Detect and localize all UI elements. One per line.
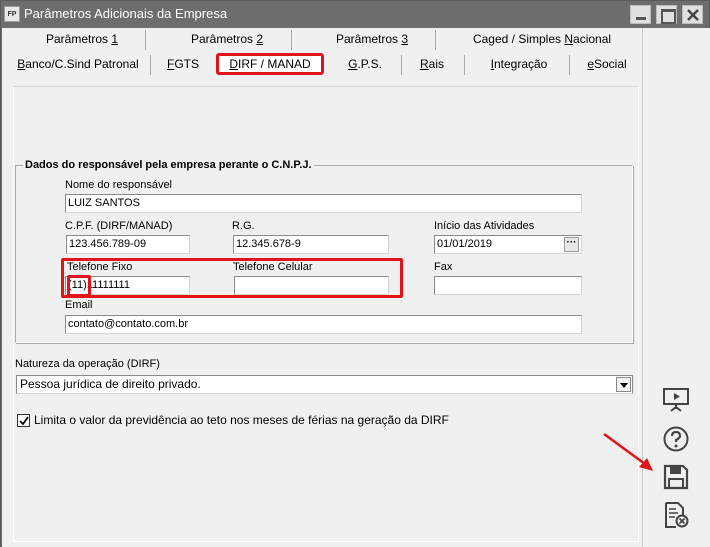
tab-label: IRF / MANAD bbox=[238, 57, 311, 71]
tab-caged-simples[interactable]: Caged / Simples Nacional bbox=[457, 32, 627, 46]
tab-mnemonic: R bbox=[419, 57, 429, 71]
tab-separator bbox=[150, 55, 151, 75]
tab-label: ntegração bbox=[493, 57, 548, 71]
close-button[interactable] bbox=[682, 5, 703, 24]
tab-label: Parâmetros bbox=[190, 32, 257, 46]
tab-mnemonic: e bbox=[587, 57, 594, 71]
annotation-arrow-icon bbox=[603, 432, 653, 471]
limita-previdencia-checkbox[interactable] bbox=[17, 414, 30, 427]
inicio-label: Início das Atividades bbox=[434, 220, 535, 232]
phone-highlight-box bbox=[61, 258, 403, 298]
app-icon: FP bbox=[4, 6, 20, 22]
tab-label: Parâmetros bbox=[335, 32, 402, 46]
tab-mnemonic: 1 bbox=[111, 32, 119, 46]
tab-label: ais bbox=[428, 57, 444, 71]
tab-dirf-manad[interactable]: DIRF / MANAD bbox=[216, 53, 324, 75]
tab-parametros-2[interactable]: Parâmetros 2 bbox=[167, 32, 287, 46]
tab-label: GTS bbox=[174, 57, 199, 71]
help-icon[interactable] bbox=[661, 424, 691, 454]
tab-mnemonic: N bbox=[564, 32, 574, 46]
tab-separator bbox=[291, 30, 292, 50]
tab-separator bbox=[464, 55, 465, 75]
chevron-down-icon[interactable] bbox=[616, 377, 631, 392]
tab-parametros-3[interactable]: Parâmetros 3 bbox=[312, 32, 432, 46]
ddd-highlight-box bbox=[67, 275, 91, 297]
inicio-value: 01/01/2019 bbox=[437, 238, 493, 250]
tab-fgts[interactable]: FGTS bbox=[157, 57, 209, 71]
save-icon[interactable] bbox=[661, 462, 691, 492]
checkmark-icon bbox=[19, 416, 29, 426]
tab-mnemonic: D bbox=[229, 57, 238, 71]
tab-separator bbox=[569, 55, 570, 75]
window-title: Parâmetros Adicionais da Empresa bbox=[24, 6, 228, 21]
cpf-label: C.P.F. (DIRF/MANAD) bbox=[65, 220, 173, 232]
cancel-document-icon[interactable] bbox=[661, 500, 691, 530]
checkbox-label: Limita o valor da previdência ao teto no… bbox=[34, 413, 449, 427]
tab-separator bbox=[435, 30, 436, 50]
rg-field[interactable]: 12.345.678-9 bbox=[233, 235, 389, 254]
tab-separator bbox=[401, 55, 402, 75]
tab-banco-sind[interactable]: Banco/C.Sind Patronal bbox=[12, 57, 144, 71]
tab-parametros-1[interactable]: Parâmetros 1 bbox=[22, 32, 142, 46]
date-picker-button[interactable]: ··· bbox=[564, 237, 579, 252]
tab-label: anco/C.Sind Patronal bbox=[25, 57, 139, 71]
email-field[interactable]: contato@contato.com.br bbox=[65, 315, 582, 334]
tab-gps[interactable]: G.P.S. bbox=[337, 57, 393, 71]
natureza-select[interactable]: Pessoa jurídica de direito privado. bbox=[16, 375, 633, 394]
nome-field[interactable]: LUIZ SANTOS bbox=[65, 194, 582, 213]
nome-label: Nome do responsável bbox=[65, 179, 173, 191]
tab-label: Parâmetros bbox=[45, 32, 112, 46]
tab-label: Caged / Simples bbox=[472, 32, 565, 46]
rg-label: R.G. bbox=[232, 220, 255, 232]
close-icon bbox=[687, 9, 699, 21]
main-window: FP Parâmetros Adicionais da Empresa Parâ… bbox=[0, 0, 710, 547]
tab-label-suffix: acional bbox=[573, 32, 612, 46]
tab-mnemonic: 3 bbox=[401, 32, 409, 46]
tab-mnemonic: 2 bbox=[256, 32, 264, 46]
tab-label: Social bbox=[594, 57, 627, 71]
presentation-icon[interactable] bbox=[661, 385, 691, 415]
tab-label: .P.S. bbox=[357, 57, 382, 71]
fax-label: Fax bbox=[434, 261, 453, 273]
tab-esocial[interactable]: eSocial bbox=[577, 57, 637, 71]
tab-integracao[interactable]: Integração bbox=[474, 57, 564, 71]
tab-separator bbox=[145, 30, 146, 50]
maximize-button[interactable] bbox=[656, 5, 677, 24]
fax-field[interactable] bbox=[434, 276, 582, 295]
tab-rais[interactable]: Rais bbox=[407, 57, 457, 71]
email-label: Email bbox=[65, 299, 93, 311]
cpf-field[interactable]: 123.456.789-09 bbox=[66, 235, 190, 254]
group-title: Dados do responsável pela empresa perant… bbox=[23, 159, 314, 171]
natureza-selected: Pessoa jurídica de direito privado. bbox=[20, 377, 201, 391]
natureza-label: Natureza da operação (DIRF) bbox=[15, 358, 160, 370]
title-bar[interactable]: FP Parâmetros Adicionais da Empresa bbox=[1, 1, 709, 28]
inicio-field[interactable]: 01/01/2019 bbox=[434, 235, 582, 254]
minimize-button[interactable] bbox=[630, 5, 651, 24]
